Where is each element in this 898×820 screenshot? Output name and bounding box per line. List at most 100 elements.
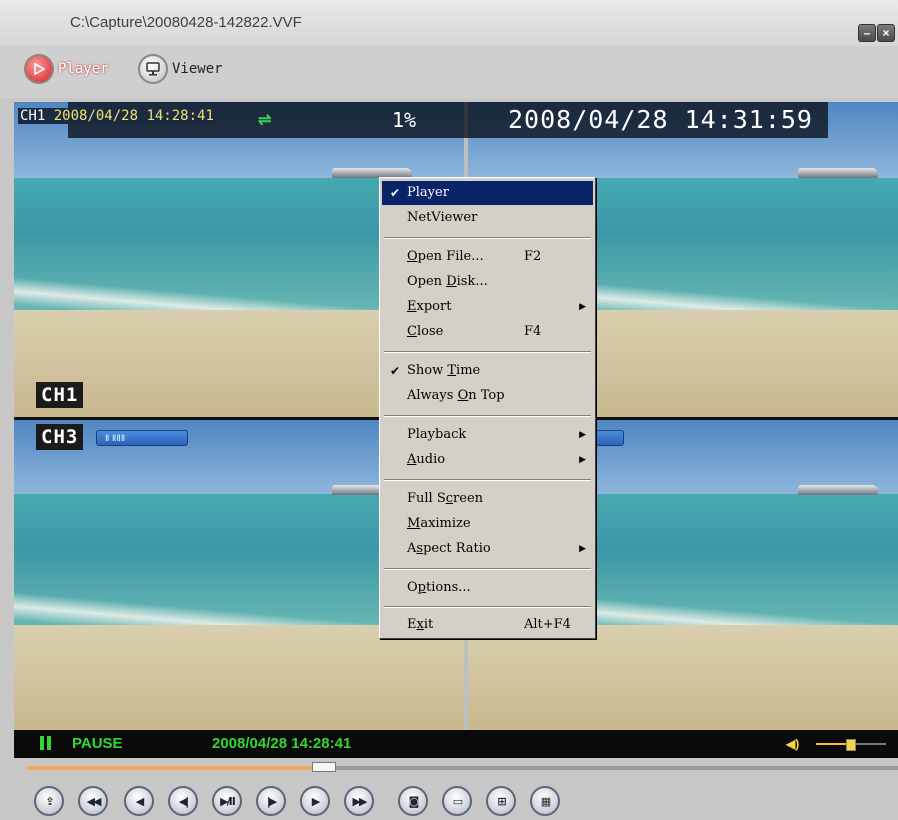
export-button[interactable]: ⇪ xyxy=(34,786,64,816)
viewer-mode-button[interactable]: Viewer xyxy=(138,54,223,84)
menu-item-exit[interactable]: Exit Alt+F4 xyxy=(382,613,593,637)
menu-item-label: Aspect Ratio xyxy=(407,541,491,556)
player-mode-button[interactable]: Player xyxy=(24,54,109,84)
nine-view-button[interactable]: ▦ xyxy=(530,786,560,816)
speaker-icon[interactable]: ◀) xyxy=(786,737,799,751)
menu-item-audio[interactable]: Audio ▶ xyxy=(382,448,593,472)
menu-item-close[interactable]: Close F4 xyxy=(382,320,593,344)
nine-view-icon: ▦ xyxy=(540,794,552,808)
video-sand xyxy=(468,624,898,730)
menu-separator xyxy=(384,237,591,239)
step-forward-icon: |▶ xyxy=(266,794,278,808)
step-forward-button[interactable]: |▶ xyxy=(256,786,286,816)
title-bar: C:\Capture\20080428-142822.VVF – × xyxy=(0,0,898,46)
rewind-icon: ◀ xyxy=(135,794,145,808)
monitor-icon xyxy=(138,54,168,84)
menu-item-aspect-ratio[interactable]: Aspect Ratio ▶ xyxy=(382,537,593,561)
rewind-button[interactable]: ◀ xyxy=(124,786,154,816)
submenu-arrow-icon: ▶ xyxy=(579,430,586,440)
menu-separator xyxy=(384,351,591,353)
play-pause-icon: ▶/Ⅱ xyxy=(220,794,236,808)
menu-item-always-on-top[interactable]: Always On Top xyxy=(382,384,593,408)
video-sky xyxy=(468,102,898,178)
menu-item-label: Show Time xyxy=(407,363,481,378)
menu-item-open-file[interactable]: Open File... F2 xyxy=(382,245,593,269)
play-icon xyxy=(24,54,54,84)
camera-icon: ◙ xyxy=(408,794,420,808)
mode-toolbar: Player Viewer xyxy=(0,46,898,98)
menu-item-label: Audio xyxy=(407,452,446,467)
menu-item-maximize[interactable]: Maximize xyxy=(382,512,593,536)
menu-item-open-disk[interactable]: Open Disk... xyxy=(382,270,593,294)
menu-separator xyxy=(384,568,591,570)
submenu-arrow-icon: ▶ xyxy=(579,544,586,554)
submenu-arrow-icon: ▶ xyxy=(579,302,586,312)
step-back-icon: ◀| xyxy=(178,794,190,808)
menu-item-label: Playback xyxy=(407,427,467,442)
seek-bar-knob[interactable] xyxy=(311,762,336,772)
playback-state: PAUSE xyxy=(72,735,123,752)
video-sky xyxy=(14,102,464,178)
menu-item-label: NetViewer xyxy=(407,210,478,225)
close-button[interactable]: × xyxy=(877,24,895,42)
menu-item-playback[interactable]: Playback ▶ xyxy=(382,423,593,447)
window-title: C:\Capture\20080428-142822.VVF xyxy=(70,14,302,31)
camera-overlay-chip: Ⅱ ⅡⅡⅡ xyxy=(96,430,188,446)
context-menu: ✔ Player NetViewer Open File... F2 Open … xyxy=(379,177,596,639)
menu-item-netviewer[interactable]: NetViewer xyxy=(382,206,593,230)
player-mode-label: Player xyxy=(58,61,109,77)
menu-item-full-screen[interactable]: Full Screen xyxy=(382,487,593,511)
fast-forward-button[interactable]: ▶▶ xyxy=(344,786,374,816)
single-view-icon: ▭ xyxy=(452,794,464,808)
menu-item-label: Options... xyxy=(407,580,471,595)
camera-label-ch1: CH1 xyxy=(36,382,84,408)
video-ship xyxy=(798,485,878,496)
fast-rewind-icon: ◀◀ xyxy=(86,794,102,808)
playback-time: 2008/04/28 14:28:41 xyxy=(212,735,352,752)
status-bar: PAUSE 2008/04/28 14:28:41 ◀) xyxy=(14,730,898,758)
menu-item-label: Full Screen xyxy=(407,491,484,506)
volume-slider-rest xyxy=(856,743,886,745)
quad-view-icon: ⊞ xyxy=(497,794,506,808)
fast-forward-icon: ▶▶ xyxy=(352,794,368,808)
fast-rewind-button[interactable]: ◀◀ xyxy=(78,786,108,816)
snapshot-button[interactable]: ◙ xyxy=(398,786,428,816)
play-pause-button[interactable]: ▶/Ⅱ xyxy=(212,786,242,816)
forward-icon: ▶ xyxy=(311,794,321,808)
seek-bar-fill xyxy=(28,766,324,770)
menu-item-options[interactable]: Options... xyxy=(382,576,593,600)
seek-bar[interactable] xyxy=(28,762,898,772)
camera-overlay-chip xyxy=(596,430,624,446)
menu-item-show-time[interactable]: ✔ Show Time xyxy=(382,359,593,383)
menu-item-label: Open File... xyxy=(407,249,484,264)
menu-item-label: Export xyxy=(407,299,452,314)
minimize-icon: – xyxy=(863,26,871,40)
menu-item-export[interactable]: Export ▶ xyxy=(382,295,593,319)
camera-label-ch3: CH3 xyxy=(36,424,84,450)
step-back-button[interactable]: ◀| xyxy=(168,786,198,816)
video-ship xyxy=(798,168,878,179)
menu-item-label: Player xyxy=(407,185,449,200)
menu-item-player[interactable]: ✔ Player xyxy=(382,181,593,205)
menu-separator xyxy=(384,479,591,481)
menu-item-label: Always On Top xyxy=(407,388,505,403)
menu-separator xyxy=(384,415,591,417)
menu-item-label: Maximize xyxy=(407,516,471,531)
quad-view-button[interactable]: ⊞ xyxy=(486,786,516,816)
menu-item-shortcut: F2 xyxy=(524,249,542,264)
forward-button[interactable]: ▶ xyxy=(300,786,330,816)
close-icon: × xyxy=(882,26,890,40)
menu-item-label: Exit xyxy=(407,617,434,632)
video-sand xyxy=(14,624,464,730)
check-icon: ✔ xyxy=(390,186,401,200)
pause-icon xyxy=(40,736,54,754)
minimize-button[interactable]: – xyxy=(858,24,876,42)
menu-item-label: Open Disk... xyxy=(407,274,488,289)
single-view-button[interactable]: ▭ xyxy=(442,786,472,816)
menu-separator xyxy=(384,606,591,608)
menu-item-shortcut: Alt+F4 xyxy=(524,617,571,632)
volume-slider-knob[interactable] xyxy=(846,739,857,751)
menu-item-label: Close xyxy=(407,324,444,339)
export-icon: ⇪ xyxy=(45,794,54,808)
menu-item-shortcut: F4 xyxy=(524,324,542,339)
